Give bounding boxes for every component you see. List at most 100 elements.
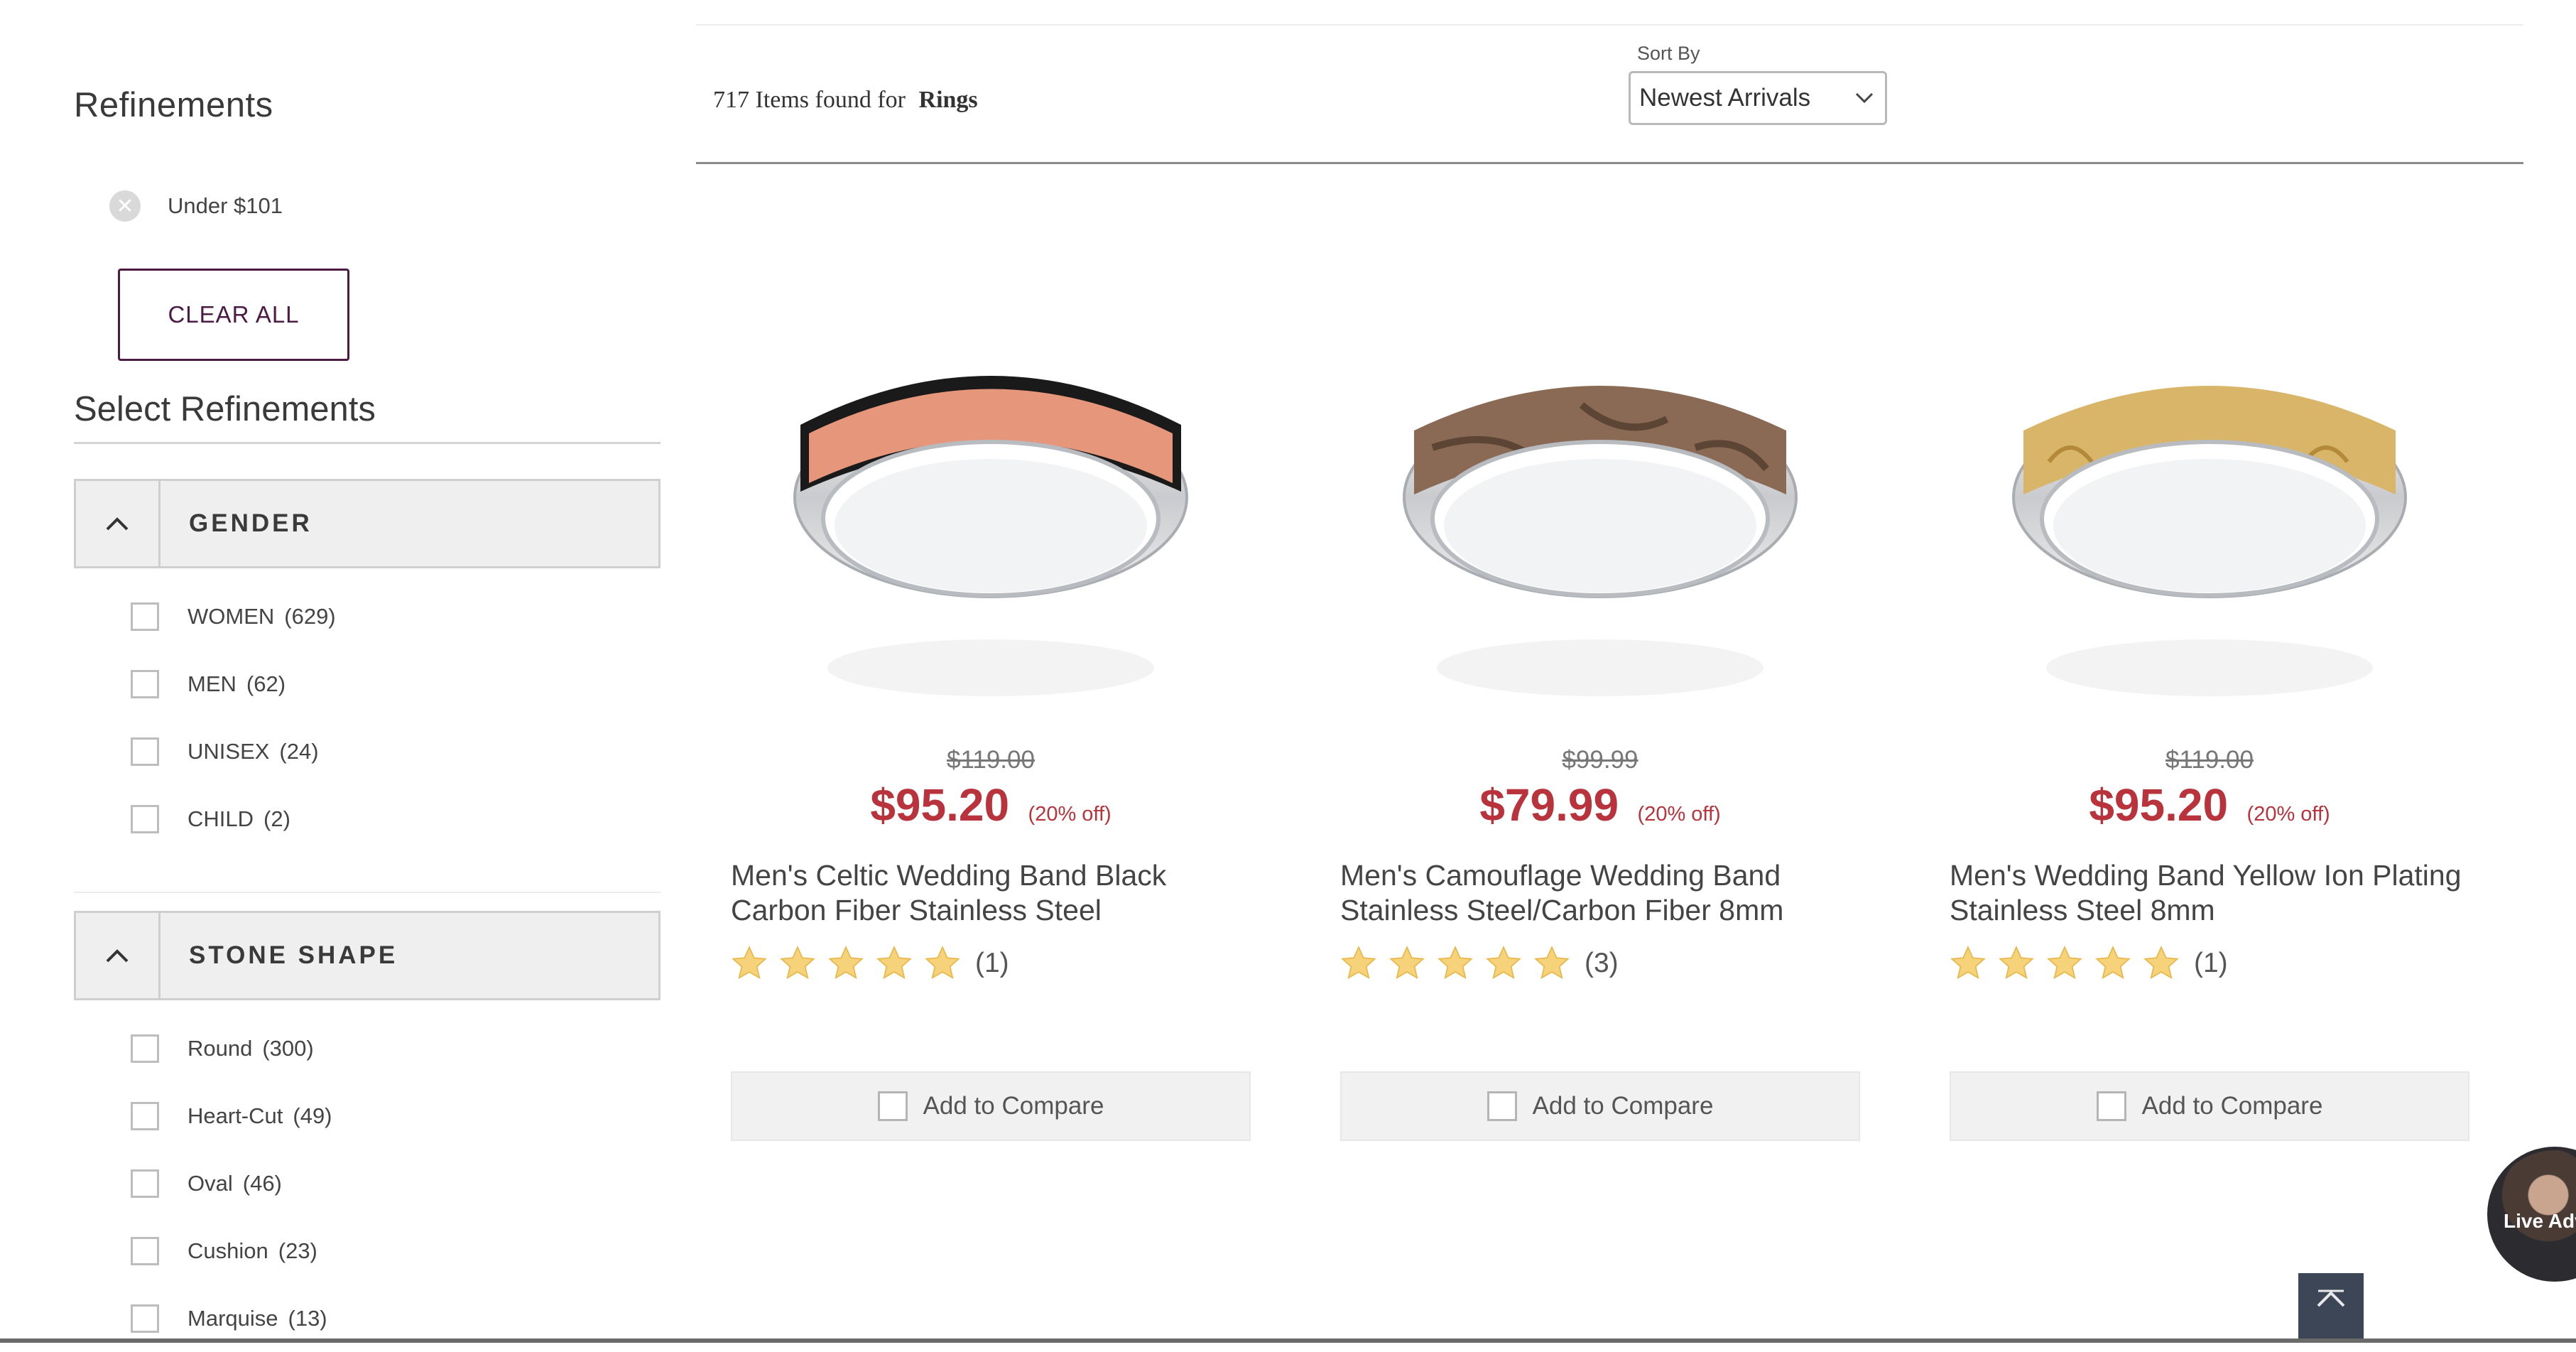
divider <box>74 892 661 893</box>
star-icon <box>1999 946 2034 980</box>
product-name-link[interactable]: Men's Camouflage Wedding Band Stainless … <box>1340 858 1860 928</box>
product-image[interactable] <box>1978 284 2441 723</box>
active-filter-chip[interactable]: ✕ Under $101 <box>109 190 283 222</box>
price-line: $95.20 (20% off) <box>731 779 1251 831</box>
sale-price: $79.99 <box>1479 779 1619 831</box>
star-rating[interactable]: (3) <box>1340 945 1619 982</box>
chevron-down-icon <box>1855 92 1874 104</box>
star-icon <box>780 946 815 980</box>
compare-label: Add to Compare <box>2141 1092 2323 1120</box>
checkbox[interactable] <box>131 804 159 833</box>
star-icon <box>1438 946 1473 980</box>
sort-label: Sort By <box>1637 43 1700 64</box>
facet-option-label: WOMEN <box>188 603 275 629</box>
facet-header-stone-shape[interactable]: STONE SHAPE <box>74 911 661 1000</box>
facet-option-count: (13) <box>288 1305 327 1331</box>
facet-option-oval[interactable]: Oval (46) <box>131 1150 332 1217</box>
checkbox[interactable] <box>131 1304 159 1333</box>
active-filter-label: Under $101 <box>168 193 283 218</box>
facet-option-round[interactable]: Round (300) <box>131 1015 332 1082</box>
review-count[interactable]: (3) <box>1585 948 1619 979</box>
product-name-link[interactable]: Men's Wedding Band Yellow Ion Plating St… <box>1950 858 2469 928</box>
live-advisor-button[interactable]: Live Adv <box>2487 1147 2576 1282</box>
discount-label: (20% off) <box>1028 803 1112 826</box>
compare-checkbox[interactable] <box>2096 1091 2126 1121</box>
star-icon <box>925 946 960 980</box>
facet-option-count: (49) <box>293 1103 332 1128</box>
sale-price: $95.20 <box>870 779 1010 831</box>
add-to-compare-button[interactable]: Add to Compare <box>1950 1071 2469 1141</box>
remove-filter-icon[interactable]: ✕ <box>109 190 141 222</box>
facet-list-gender: WOMEN (629) MEN (62) UNISEX (24) CHILD (… <box>131 583 336 853</box>
compare-checkbox[interactable] <box>1487 1091 1517 1121</box>
product-name-link[interactable]: Men's Celtic Wedding Band Black Carbon F… <box>731 858 1251 928</box>
review-count[interactable]: (1) <box>2194 948 2228 979</box>
product-card[interactable]: $119.00 $95.20 (20% off) Men's Wedding B… <box>1950 284 2469 1141</box>
star-icon <box>2047 946 2082 980</box>
star-icon <box>876 946 912 980</box>
checkbox[interactable] <box>131 669 159 698</box>
facet-option-count: (629) <box>284 603 336 629</box>
sort-select[interactable]: Newest Arrivals <box>1629 71 1887 125</box>
product-image[interactable] <box>759 284 1222 723</box>
facet-list-stone-shape: Round (300) Heart-Cut (49) Oval (46) Cus… <box>131 1015 332 1352</box>
chevron-up-icon[interactable] <box>76 481 161 566</box>
original-price: $119.00 <box>2165 746 2254 774</box>
facet-option-men[interactable]: MEN (62) <box>131 650 336 718</box>
product-card[interactable]: $99.99 $79.99 (20% off) Men's Camouflage… <box>1340 284 1860 1141</box>
checkbox[interactable] <box>131 1101 159 1130</box>
results-count: 717 Items found for Rings <box>713 87 978 114</box>
checkbox[interactable] <box>131 1034 159 1063</box>
facet-option-label: UNISEX <box>188 738 270 764</box>
add-to-compare-button[interactable]: Add to Compare <box>1340 1071 1860 1141</box>
checkbox[interactable] <box>131 1236 159 1265</box>
compare-label: Add to Compare <box>1532 1092 1714 1120</box>
facet-option-heart-cut[interactable]: Heart-Cut (49) <box>131 1082 332 1150</box>
ring-image <box>1403 386 1798 696</box>
facet-option-label: Oval <box>188 1170 233 1196</box>
sale-price: $95.20 <box>2089 779 2229 831</box>
product-image[interactable] <box>1369 284 1832 723</box>
review-count[interactable]: (1) <box>975 948 1009 979</box>
price-line: $79.99 (20% off) <box>1340 779 1860 831</box>
star-icon <box>828 946 864 980</box>
star-rating[interactable]: (1) <box>731 945 1009 982</box>
refinements-title: Refinements <box>74 86 273 124</box>
compare-checkbox[interactable] <box>877 1091 908 1121</box>
chevron-up-icon <box>2317 1289 2345 1307</box>
checkbox[interactable] <box>131 737 159 766</box>
star-icon <box>2095 946 2131 980</box>
facet-option-count: (23) <box>278 1238 317 1263</box>
star-rating[interactable]: (1) <box>1950 945 2228 982</box>
star-icon <box>1341 946 1376 980</box>
checkbox[interactable] <box>131 602 159 631</box>
compare-label: Add to Compare <box>923 1092 1104 1120</box>
product-card[interactable]: $119.00 $95.20 (20% off) Men's Celtic We… <box>731 284 1251 1141</box>
facet-header-gender[interactable]: GENDER <box>74 479 661 568</box>
facet-option-unisex[interactable]: UNISEX (24) <box>131 718 336 785</box>
facet-option-count: (2) <box>263 806 290 831</box>
ring-image <box>2012 386 2407 696</box>
divider <box>74 442 661 444</box>
page-bottom-border <box>0 1339 2576 1343</box>
facet-option-label: Cushion <box>188 1238 268 1263</box>
facet-option-label: Heart-Cut <box>188 1103 283 1128</box>
facet-option-label: MEN <box>188 671 237 696</box>
checkbox[interactable] <box>131 1169 159 1198</box>
facet-title: STONE SHAPE <box>189 941 398 969</box>
star-icon <box>1486 946 1521 980</box>
star-icon <box>1389 946 1425 980</box>
chevron-up-icon[interactable] <box>76 913 161 998</box>
star-icon <box>1534 946 1570 980</box>
add-to-compare-button[interactable]: Add to Compare <box>731 1071 1251 1141</box>
star-icon <box>732 946 767 980</box>
divider <box>696 162 2523 164</box>
clear-all-button[interactable]: CLEAR ALL <box>118 269 349 361</box>
results-found-text: Items found for <box>755 87 906 113</box>
facet-option-cushion[interactable]: Cushion (23) <box>131 1217 332 1285</box>
results-query: Rings <box>918 87 978 113</box>
scroll-to-top-button[interactable] <box>2298 1273 2364 1343</box>
facet-option-child[interactable]: CHILD (2) <box>131 785 336 853</box>
facet-option-women[interactable]: WOMEN (629) <box>131 583 336 650</box>
facet-title: GENDER <box>189 509 313 537</box>
